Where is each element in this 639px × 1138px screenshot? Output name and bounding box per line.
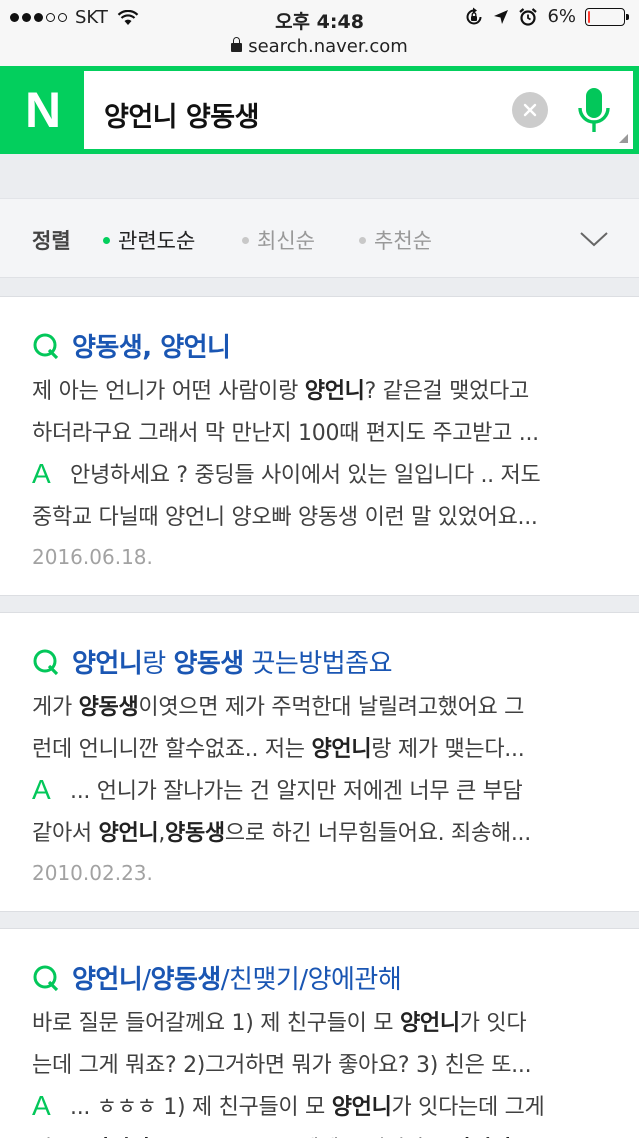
snippet-text: 가 잇다는데 그게 [391, 1095, 545, 1120]
snippet-text: 게가 [32, 695, 79, 720]
naver-logo[interactable]: N [0, 66, 84, 154]
sort-option-label: 추천순 [374, 229, 432, 253]
sort-bar: 정렬 관련도순 최신순 추천순 [0, 198, 639, 278]
highlighted-keyword: 양언니 [72, 649, 143, 679]
question-q-icon [33, 649, 59, 675]
question-q-icon [33, 965, 59, 991]
snippet-text: 끗는방법좀요 [243, 649, 393, 679]
battery-icon [585, 7, 629, 26]
lock-icon [231, 37, 243, 52]
rotation-lock-icon [466, 7, 482, 24]
answer-snippet-line: A 안녕하세요 ? 중딩들 사이에서 있는 일입니다 .. 저도 [32, 457, 541, 489]
sort-bullet-icon [103, 236, 110, 244]
sort-option-label: 최신순 [257, 229, 315, 253]
question-snippet-line: 게가 양동생이엿으면 제가 주먹한대 날릴려고했어요 그 [32, 689, 524, 721]
answer-snippet-line: 뭐죠? 양언니는 ... ㅋㅋㅋ 4) 빼빼로 데이날은 양언니 [32, 1131, 511, 1138]
battery-percent: 6% [547, 6, 576, 27]
question-snippet-line: 는데 그게 뭐죠? 2)그거하면 뭐가 좋아요? 3) 친은 또... [32, 1047, 532, 1079]
sort-option-label: 관련도순 [118, 229, 196, 253]
snippet-text: 같아서 [32, 821, 99, 846]
answer-snippet-line: 같아서 양언니,양동생으로 하긴 너무힘들어요. 죄송해... [32, 815, 531, 847]
highlighted-keyword: 양언니 [304, 379, 365, 404]
answer-snippet-line: 중학교 다닐때 양언니 양오빠 양동생 이런 말 있었어요... [32, 499, 538, 531]
question-snippet-line: 하더라구요 그래서 막 만난지 100때 편지도 주고받고 ... [32, 415, 539, 447]
question-snippet-line: 바로 질문 들어갈께요 1) 제 친구들이 모 양언니가 잇다 [32, 1005, 527, 1037]
url-text: search.naver.com [248, 36, 408, 57]
answer-snippet-line: A ... 언니가 잘나가는 건 알지만 저에겐 너무 큰 부담 [32, 773, 523, 805]
sort-option-relevance[interactable]: 관련도순 [103, 225, 195, 255]
sort-bullet-icon [359, 236, 366, 244]
question-snippet-line: 제 아는 언니가 어떤 사람이랑 양언니? 같은걸 맺었다고 [32, 373, 529, 405]
result-title[interactable]: 양언니랑 양동생 끗는방법좀요 [72, 643, 393, 680]
answer-snippet-line: A ... ㅎㅎㅎ 1) 제 친구들이 모 양언니가 잇다는데 그게 [32, 1089, 545, 1121]
battery-level [588, 10, 591, 23]
snippet-text: 제 아는 언니가 어떤 사람이랑 [32, 379, 305, 404]
snippet-text: 하더라구요 그래서 막 만난지 100때 편지도 주고받고 ... [32, 421, 539, 446]
result-date: 2016.06.18. [32, 545, 153, 569]
status-right: 6% [464, 6, 629, 27]
carrier-name: SKT [75, 7, 108, 28]
question-title-row[interactable]: 양언니랑 양동생 끗는방법좀요 [32, 643, 393, 680]
snippet-text: 안녕하세요 ? 중딩들 사이에서 있는 일입니다 .. 저도 [70, 463, 541, 488]
question-title-row[interactable]: 양언니/양동생/친맺기/양에관해 [32, 959, 402, 996]
sort-option-latest[interactable]: 최신순 [242, 225, 315, 255]
sort-option-recommended[interactable]: 추천순 [359, 225, 432, 255]
status-bar: SKT 오후 4:48 6% [0, 0, 639, 36]
snippet-text: 랑 [142, 649, 174, 679]
highlighted-keyword: 양동생 [165, 821, 225, 846]
highlighted-keyword: 양언니 [331, 1095, 392, 1120]
highlighted-keyword: 양언니 [98, 821, 159, 846]
result-card[interactable]: 양언니/양동생/친맺기/양에관해 바로 질문 들어갈께요 1) 제 친구들이 모… [0, 928, 639, 1138]
highlighted-keyword: 양언니 [399, 1011, 460, 1036]
highlighted-keyword: 양동생 [173, 649, 244, 679]
search-header: N 양언니 양동생 [0, 66, 639, 154]
snippet-text: 으로 하긴 너무힘들어요. 죄송해... [224, 821, 531, 846]
result-title[interactable]: 양언니/양동생/친맺기/양에관해 [72, 959, 402, 996]
answer-a-icon: A [32, 774, 51, 805]
highlighted-keyword: 양언니 [311, 737, 372, 762]
result-card[interactable]: 양동생, 양언니 제 아는 언니가 어떤 사람이랑 양언니? 같은걸 맺었다고 … [0, 296, 639, 596]
question-q-icon [33, 333, 59, 359]
snippet-text: ? 같은걸 맺었다고 [364, 379, 530, 404]
snippet-text: / [142, 965, 151, 995]
snippet-text: 이엿으면 제가 주먹한대 날릴려고했어요 그 [138, 695, 525, 720]
snippet-text: 바로 질문 들어갈께요 1) 제 친구들이 모 [32, 1011, 400, 1036]
microphone-icon[interactable] [574, 84, 614, 138]
question-snippet-line: 런데 언니니깐 할수없죠.. 저는 양언니랑 제가 맺는다... [32, 731, 525, 763]
snippet-text: 는데 그게 뭐죠? 2)그거하면 뭐가 좋아요? 3) 친은 또... [32, 1053, 532, 1078]
result-title[interactable]: 양동생, 양언니 [72, 327, 231, 364]
sort-bullet-icon [242, 236, 249, 244]
clear-search-button[interactable] [512, 92, 548, 128]
highlighted-keyword: 양동생 [78, 695, 139, 720]
resize-corner-icon [619, 134, 628, 143]
highlighted-keyword: 양동생, 양언니 [72, 333, 231, 363]
address-bar[interactable]: search.naver.com [0, 36, 639, 66]
snippet-text: ... 언니가 잘나가는 건 알지만 저에겐 너무 큰 부담 [70, 779, 523, 804]
highlighted-keyword: 양동생 [150, 965, 222, 995]
close-icon [523, 103, 537, 117]
logo-letter: N [24, 82, 61, 138]
snippet-text: /친맺기/양에관해 [220, 965, 402, 995]
signal-dots-icon [10, 13, 67, 22]
location-arrow-icon [494, 9, 509, 24]
result-card[interactable]: 양언니랑 양동생 끗는방법좀요 게가 양동생이엿으면 제가 주먹한대 날릴려고했… [0, 612, 639, 912]
snippet-text: 런데 언니니깐 할수없죠.. 저는 [32, 737, 312, 762]
snippet-text: 랑 제가 맺는다... [371, 737, 525, 762]
highlighted-keyword: 양언니 [72, 965, 143, 995]
snippet-text: 가 잇다 [459, 1011, 527, 1036]
answer-a-icon: A [32, 458, 51, 489]
result-date: 2010.02.23. [32, 861, 153, 885]
sort-label: 정렬 [32, 229, 71, 253]
wifi-icon [117, 9, 139, 25]
search-input[interactable]: 양언니 양동생 [104, 95, 259, 134]
answer-a-icon: A [32, 1090, 51, 1121]
snippet-text: 중학교 다닐때 양언니 양오빠 양동생 이런 말 있었어요... [32, 505, 538, 530]
status-left: SKT [10, 7, 139, 28]
snippet-text: ... ㅎㅎㅎ 1) 제 친구들이 모 [70, 1095, 332, 1120]
chevron-down-icon[interactable] [578, 225, 610, 251]
question-title-row[interactable]: 양동생, 양언니 [32, 327, 231, 364]
alarm-icon [519, 7, 538, 26]
search-box[interactable]: 양언니 양동생 [84, 71, 633, 149]
